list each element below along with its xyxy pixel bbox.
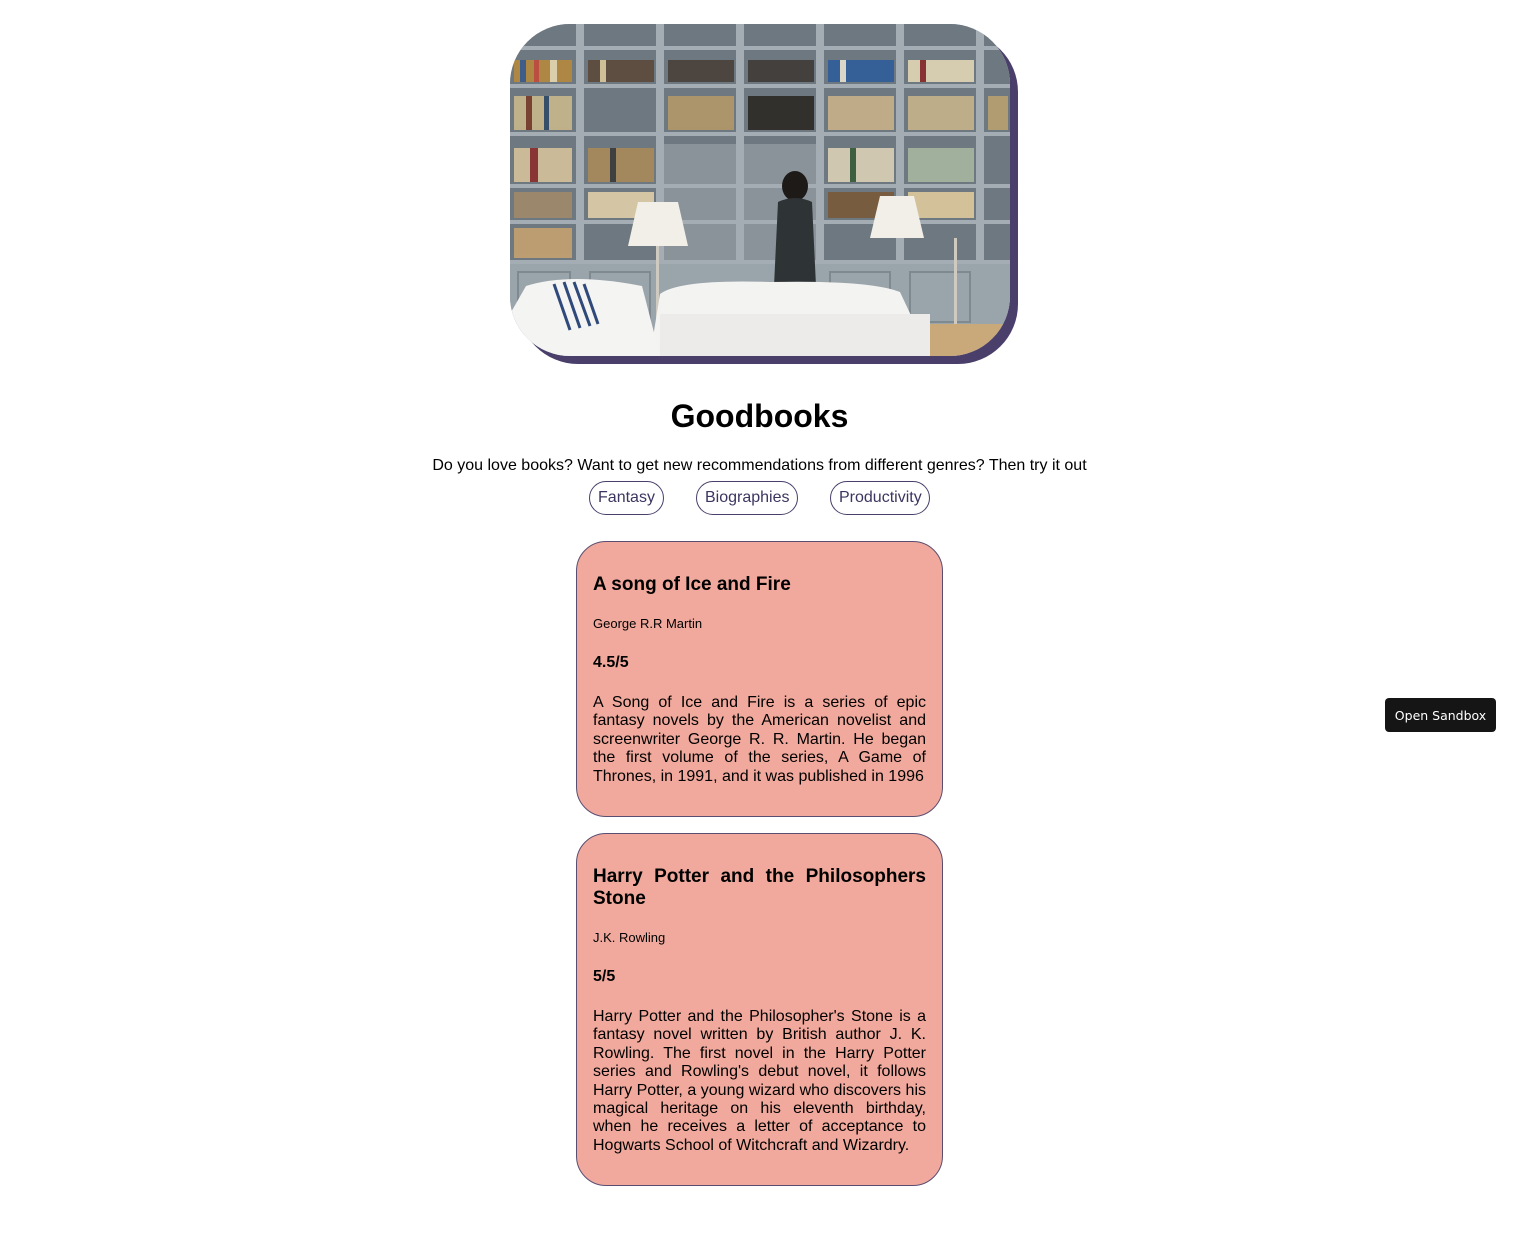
book-title: A song of Ice and Fire [593, 574, 791, 595]
hero-image [510, 24, 1010, 356]
book-author: George R.R Martin [593, 616, 703, 631]
book-description: Harry Potter and the Philosopher's Stone… [593, 1008, 926, 1154]
book-title: Harry Potter and the Philosophers Stone [593, 866, 926, 910]
book-card: A song of Ice and Fire George R.R Martin… [576, 541, 943, 818]
genre-button-productivity[interactable]: Productivity [830, 481, 930, 515]
page-tagline: Do you love books? Want to get new recom… [432, 457, 1087, 474]
book-description: A Song of Ice and Fire is a series of ep… [593, 694, 926, 785]
open-sandbox-button[interactable]: Open Sandbox [1385, 698, 1496, 732]
genre-button-fantasy[interactable]: Fantasy [589, 481, 664, 515]
book-rating: 4.5/5 [593, 654, 629, 671]
book-list: A song of Ice and Fire George R.R Martin… [576, 541, 943, 1202]
book-rating: 5/5 [593, 968, 616, 986]
page-title: Goodbooks [670, 398, 849, 434]
genre-button-biographies[interactable]: Biographies [696, 481, 798, 515]
book-card: Harry Potter and the Philosophers Stone … [576, 833, 943, 1187]
book-author: J.K. Rowling [593, 930, 666, 946]
genre-buttons: Fantasy Biographies Productivity [0, 481, 1519, 515]
